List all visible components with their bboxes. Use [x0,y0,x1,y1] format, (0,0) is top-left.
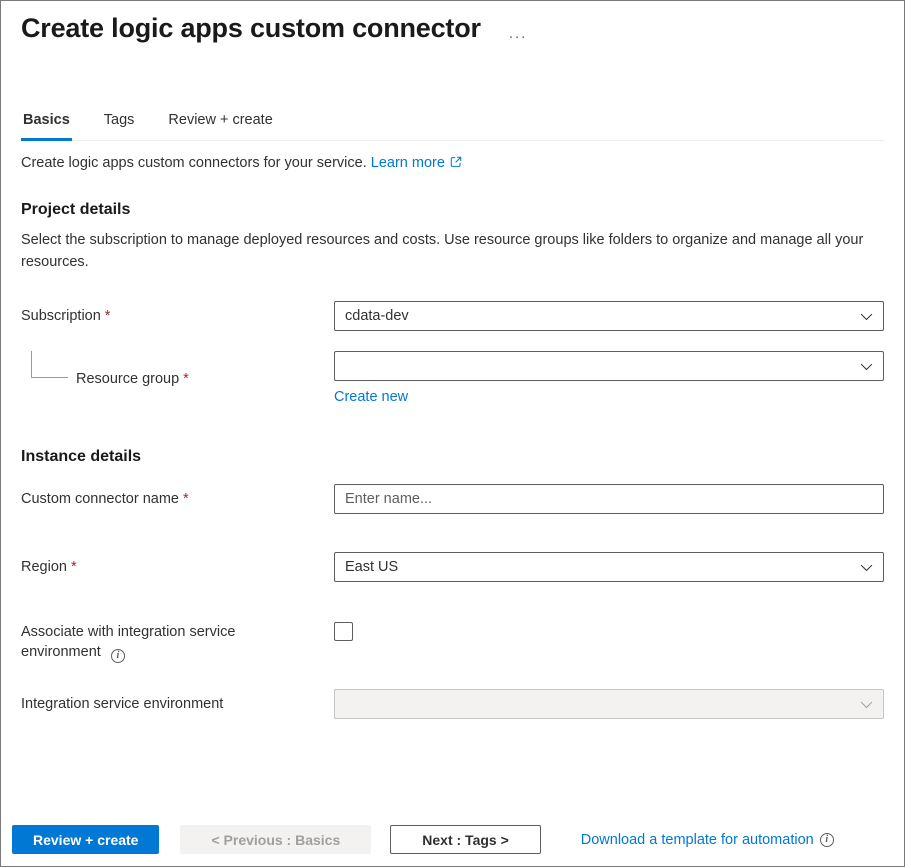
connector-name-label: Custom connector name* [21,489,334,509]
tab-review-create-label: Review + create [168,112,272,128]
chevron-down-icon [859,560,874,575]
footer-bar: Review + create < Previous : Basics Next… [1,825,904,866]
subscription-row: Subscription* cdata-dev [21,301,884,331]
region-dropdown[interactable]: East US [334,552,884,582]
resource-group-label: Resource group* [21,369,334,389]
tab-basics-label: Basics [23,112,70,128]
ise-row: Integration service environment [21,689,884,719]
tab-tags[interactable]: Tags [102,112,137,140]
subscription-value: cdata-dev [345,308,409,324]
chevron-down-icon [859,697,874,712]
tab-review-create[interactable]: Review + create [166,112,274,140]
next-button[interactable]: Next : Tags > [390,825,541,854]
ise-label: Integration service environment [21,694,334,714]
page-title: Create logic apps custom connector [21,13,481,44]
associate-ise-row: Associate with integration service envir… [21,622,884,663]
required-asterisk: * [71,559,77,575]
subscription-dropdown[interactable]: cdata-dev [334,301,884,331]
external-link-icon [449,155,463,169]
resource-group-label-text: Resource group [76,371,179,387]
required-asterisk: * [105,308,111,324]
resource-group-row: Resource group* Create new [21,351,884,406]
required-asterisk: * [183,371,189,387]
region-label-text: Region [21,559,67,575]
learn-more-link[interactable]: Learn more [371,155,463,171]
subscription-label-text: Subscription [21,308,101,324]
project-details-description: Select the subscription to manage deploy… [21,229,869,273]
ise-dropdown [334,689,884,719]
learn-more-label: Learn more [371,155,445,171]
connector-name-input[interactable] [334,484,884,514]
resource-group-dropdown[interactable] [334,351,884,381]
info-icon[interactable]: i [820,833,834,847]
region-value: East US [345,559,398,575]
connector-name-row: Custom connector name* [21,484,884,514]
connector-name-label-text: Custom connector name [21,491,179,507]
region-row: Region* East US [21,552,884,582]
hierarchy-connector-line [31,351,68,378]
tab-strip: Basics Tags Review + create [21,112,884,141]
tab-basics[interactable]: Basics [21,112,72,140]
region-label: Region* [21,557,334,577]
chevron-down-icon [859,359,874,374]
associate-ise-label: Associate with integration service envir… [21,622,334,663]
ise-label-text: Integration service environment [21,696,223,712]
blade-header: Create logic apps custom connector ... [1,1,904,44]
tab-tags-label: Tags [104,112,135,128]
required-asterisk: * [183,491,189,507]
info-icon[interactable]: i [111,649,125,663]
create-logic-apps-custom-connector-blade: Create logic apps custom connector ... B… [0,0,905,867]
subscription-label: Subscription* [21,306,334,326]
associate-ise-label-text: Associate with integration service envir… [21,624,235,660]
download-template-link[interactable]: Download a template for automation [581,832,814,848]
intro-text: Create logic apps custom connectors for … [21,155,367,171]
intro-row: Create logic apps custom connectors for … [21,155,884,171]
chevron-down-icon [859,309,874,324]
associate-ise-checkbox[interactable] [334,622,353,641]
more-options-button[interactable]: ... [509,25,528,42]
create-new-link[interactable]: Create new [334,389,408,405]
review-create-button[interactable]: Review + create [12,825,159,854]
instance-details-heading: Instance details [21,448,884,466]
previous-button[interactable]: < Previous : Basics [180,825,371,854]
project-details-heading: Project details [21,201,884,219]
